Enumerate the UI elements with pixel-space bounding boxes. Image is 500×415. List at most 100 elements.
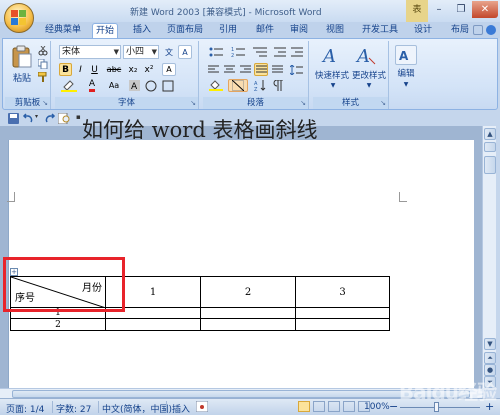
zoom-slider-track[interactable] xyxy=(400,407,480,408)
change-styles-button[interactable]: 更改样式 xyxy=(349,69,389,81)
tab-page-layout[interactable]: 页面布局 xyxy=(164,23,206,38)
tab-classic-menu[interactable]: 经典菜单 xyxy=(42,23,84,38)
ruler-toggle-icon[interactable] xyxy=(484,142,496,152)
table-cell[interactable] xyxy=(105,318,201,331)
dialog-launcher-icon[interactable]: ↘ xyxy=(190,99,196,107)
outline-icon[interactable] xyxy=(342,401,355,412)
zoom-out-button[interactable]: − xyxy=(389,400,398,413)
grow-font-button[interactable]: 文 xyxy=(162,45,176,59)
highlight-button[interactable] xyxy=(59,79,79,92)
tab-view[interactable]: 视图 xyxy=(323,23,347,38)
format-painter-icon[interactable] xyxy=(37,71,49,82)
table-cell[interactable] xyxy=(200,318,296,331)
zoom-level[interactable]: 100% xyxy=(364,402,390,412)
chevron-down-icon[interactable]: ▼ xyxy=(327,81,339,90)
quick-styles-button[interactable]: 快速样式 xyxy=(313,69,351,81)
enclose-char-button[interactable] xyxy=(144,79,158,92)
header-cell[interactable]: 2 xyxy=(200,276,296,308)
align-right-button[interactable] xyxy=(238,63,252,76)
web-layout-icon[interactable] xyxy=(327,401,340,412)
vertical-scrollbar[interactable]: ▲ ▼ ⏶ ● ⏷ xyxy=(482,126,496,388)
sort-button[interactable]: AZ xyxy=(252,79,268,92)
borders-button[interactable] xyxy=(228,79,248,92)
minimize-button[interactable]: – xyxy=(428,1,450,18)
change-case-button[interactable]: Aa xyxy=(105,79,123,92)
distributed-button[interactable] xyxy=(270,63,284,76)
tab-insert[interactable]: 插入 xyxy=(130,23,154,38)
scroll-thumb[interactable] xyxy=(484,156,496,174)
shading-button[interactable] xyxy=(206,79,226,92)
print-preview-icon[interactable] xyxy=(57,112,70,125)
table-cell[interactable] xyxy=(295,318,390,331)
paste-button[interactable] xyxy=(9,43,35,71)
undo-icon[interactable] xyxy=(22,113,33,124)
table-tools-context-tab[interactable]: 表 xyxy=(406,0,428,22)
help-icon[interactable] xyxy=(486,25,496,35)
previous-page-icon[interactable]: ⏶ xyxy=(484,352,496,364)
scroll-up-icon[interactable]: ▲ xyxy=(484,128,496,140)
subscript-button[interactable]: x₂ xyxy=(126,63,140,76)
dialog-launcher-icon[interactable]: ↘ xyxy=(380,99,386,107)
tab-layout[interactable]: 布局 xyxy=(448,23,472,38)
line-spacing-button[interactable] xyxy=(287,63,305,76)
multilevel-list-button[interactable] xyxy=(250,45,270,58)
tab-design[interactable]: 设计 xyxy=(411,23,435,38)
insert-mode[interactable]: 插入 xyxy=(172,402,190,415)
macro-record-icon[interactable] xyxy=(195,400,209,415)
cut-icon[interactable] xyxy=(37,45,49,56)
phonetic-guide-button[interactable] xyxy=(161,79,175,92)
chevron-down-icon[interactable]: ▼ xyxy=(400,80,412,89)
clear-format-button[interactable]: A xyxy=(162,63,176,76)
paste-label[interactable]: 粘贴 xyxy=(7,71,37,84)
row-label-cell[interactable]: 2 xyxy=(10,318,106,331)
document-heading[interactable]: 如何给 word 表格画斜线 xyxy=(82,114,317,144)
bold-button[interactable]: B xyxy=(59,63,72,76)
bullets-button[interactable] xyxy=(206,45,226,58)
justify-button[interactable] xyxy=(254,63,268,76)
font-color-button[interactable]: A xyxy=(82,79,102,92)
save-icon[interactable] xyxy=(8,113,19,124)
font-size-select[interactable]: 小四 ▼ xyxy=(123,45,159,59)
minimize-ribbon-icon[interactable] xyxy=(473,25,483,35)
editing-button[interactable]: 编辑 xyxy=(393,67,419,79)
editing-icon[interactable]: A xyxy=(395,45,417,65)
close-button[interactable]: ✕ xyxy=(472,1,498,18)
chevron-down-icon[interactable]: ▼ xyxy=(363,81,375,90)
tab-review[interactable]: 审阅 xyxy=(287,23,311,38)
quick-styles-icon[interactable]: A xyxy=(319,43,347,67)
numbering-button[interactable]: 12 xyxy=(228,45,248,58)
page-count[interactable]: 页面: 1/4 xyxy=(6,402,44,415)
char-shading-button[interactable]: A xyxy=(127,79,141,92)
full-screen-reading-icon[interactable] xyxy=(312,401,325,412)
maximize-button[interactable]: ❐ xyxy=(450,1,472,18)
dialog-launcher-icon[interactable]: ↘ xyxy=(300,99,306,107)
increase-indent-button[interactable] xyxy=(290,45,304,58)
tab-developer[interactable]: 开发工具 xyxy=(359,23,401,38)
align-left-button[interactable] xyxy=(206,63,220,76)
scroll-down-icon[interactable]: ▼ xyxy=(484,338,496,350)
align-center-button[interactable] xyxy=(222,63,236,76)
change-styles-icon[interactable]: A xyxy=(353,43,381,67)
language-status[interactable]: 中文(简体，中国) xyxy=(102,402,172,415)
char-border-button[interactable]: A xyxy=(178,45,192,59)
print-layout-icon[interactable] xyxy=(298,401,310,412)
dialog-launcher-icon[interactable]: ↘ xyxy=(42,99,48,107)
table-cell[interactable] xyxy=(200,307,296,319)
tab-home[interactable]: 开始 xyxy=(92,23,119,38)
show-marks-button[interactable] xyxy=(271,79,285,92)
tab-mailings[interactable]: 邮件 xyxy=(253,23,277,38)
decrease-indent-button[interactable] xyxy=(273,45,287,58)
office-button[interactable] xyxy=(4,3,34,33)
header-cell[interactable]: 3 xyxy=(295,276,390,308)
underline-button[interactable]: U xyxy=(88,63,101,76)
select-browse-object-icon[interactable]: ● xyxy=(484,364,496,376)
italic-button[interactable]: I xyxy=(74,63,87,76)
copy-icon[interactable] xyxy=(37,58,49,69)
superscript-button[interactable]: x² xyxy=(142,63,156,76)
strikethrough-button[interactable]: abc xyxy=(104,63,124,76)
font-name-select[interactable]: 宋体 ▼ xyxy=(59,45,121,59)
word-count[interactable]: 字数: 27 xyxy=(56,402,91,415)
tab-references[interactable]: 引用 xyxy=(216,23,240,38)
repeat-icon[interactable] xyxy=(45,113,56,124)
table-cell[interactable] xyxy=(295,307,390,319)
